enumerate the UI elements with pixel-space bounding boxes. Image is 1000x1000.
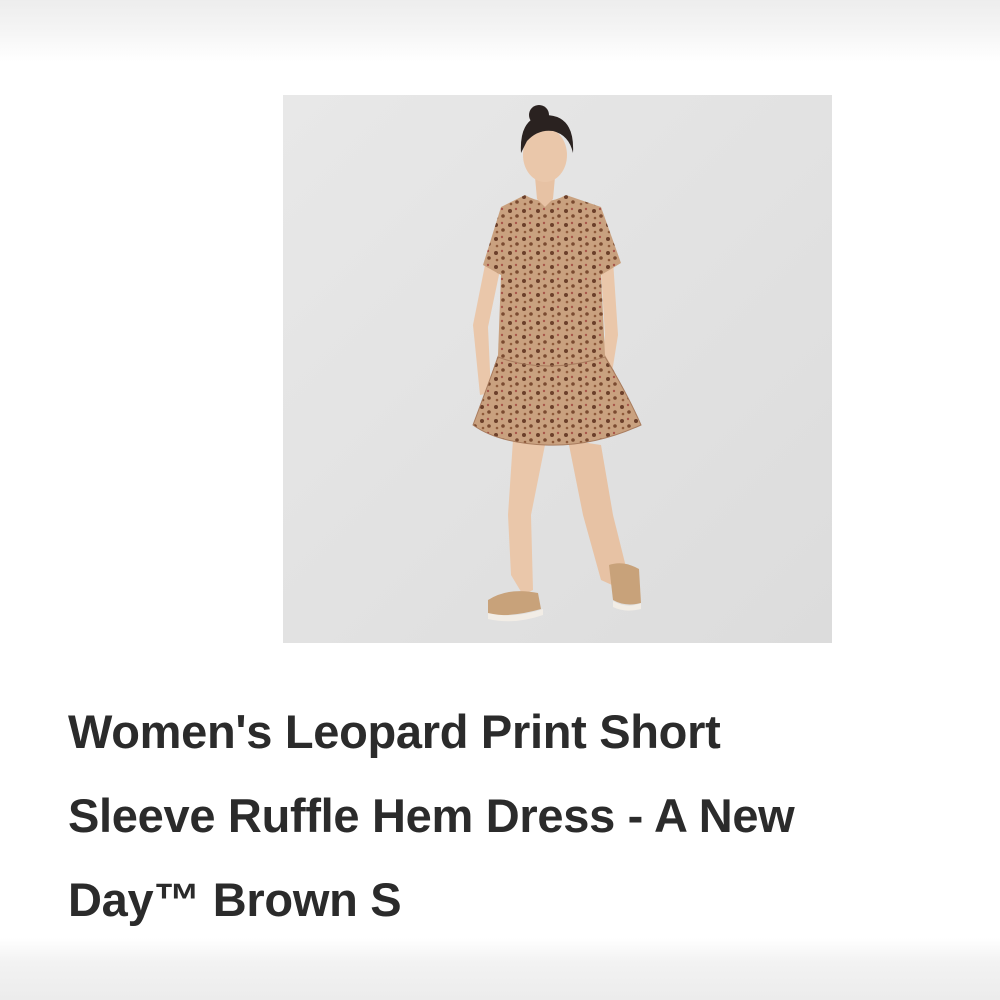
model-illustration (283, 95, 832, 643)
listing-page: Women's Leopard Print Short Sleeve Ruffl… (0, 0, 1000, 1000)
product-title[interactable]: Women's Leopard Print Short Sleeve Ruffl… (68, 690, 978, 942)
product-image[interactable] (283, 95, 832, 643)
product-title-line-1: Women's Leopard Print Short (68, 705, 721, 758)
product-title-line-3: Day™ Brown S (68, 873, 402, 926)
bottom-fade (0, 938, 1000, 1000)
product-title-line-2: Sleeve Ruffle Hem Dress - A New (68, 789, 795, 842)
top-fade (0, 0, 1000, 62)
